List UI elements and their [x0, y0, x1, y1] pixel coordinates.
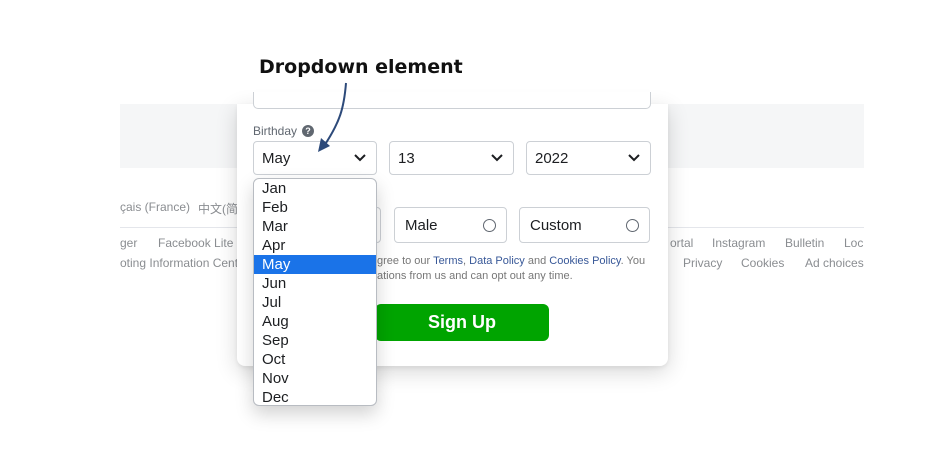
year-select-value: 2022 — [535, 149, 569, 167]
terms-separator: , — [463, 255, 467, 267]
month-option-feb[interactable]: Feb — [254, 198, 376, 217]
terms-text: gree to our Terms, Data Policy and Cooki… — [377, 254, 655, 284]
footer-link-messenger[interactable]: ger — [120, 236, 137, 250]
month-dropdown-list[interactable]: Jan Feb Mar Apr May Jun Jul Aug Sep Oct … — [253, 178, 377, 406]
month-option-dec[interactable]: Dec — [254, 388, 376, 405]
chevron-down-icon — [354, 154, 366, 162]
footer-link-facebook-lite[interactable]: Facebook Lite — [158, 236, 233, 250]
month-option-sep[interactable]: Sep — [254, 331, 376, 350]
month-option-apr[interactable]: Apr — [254, 236, 376, 255]
footer-link-instagram[interactable]: Instagram — [712, 236, 765, 250]
data-policy-link[interactable]: Data Policy — [469, 255, 525, 267]
birthday-label-row: Birthday ? — [253, 124, 315, 138]
footer-link-portal[interactable]: ortal — [670, 236, 693, 250]
gender-option-custom[interactable]: Custom — [519, 207, 650, 243]
language-link-chinese[interactable]: 中文(简 — [198, 200, 238, 217]
birthday-label: Birthday — [253, 124, 298, 138]
month-option-jun[interactable]: Jun — [254, 274, 376, 293]
annotation-title: Dropdown element — [259, 56, 463, 78]
footer-link-privacy[interactable]: Privacy — [683, 256, 722, 270]
gender-option-male[interactable]: Male — [394, 207, 507, 243]
gender-custom-label: Custom — [530, 216, 582, 234]
language-link-french[interactable]: çais (France) — [120, 200, 190, 214]
annotation-arrow-icon — [318, 82, 347, 152]
month-select-value: May — [262, 149, 291, 167]
footer-link-local[interactable]: Loc — [844, 236, 863, 250]
footer-link-bulletin[interactable]: Bulletin — [785, 236, 824, 250]
day-select[interactable]: 13 — [389, 141, 514, 175]
terms-text-start: gree to our — [377, 255, 431, 267]
radio-icon[interactable] — [483, 219, 496, 232]
month-option-aug[interactable]: Aug — [254, 312, 376, 331]
terms-text-line2: ations from us and can opt out any time. — [377, 270, 573, 282]
month-option-nov[interactable]: Nov — [254, 369, 376, 388]
signup-button[interactable]: Sign Up — [375, 304, 549, 341]
footer-link-ad-choices[interactable]: Ad choices — [805, 256, 864, 270]
month-option-jan[interactable]: Jan — [254, 179, 376, 198]
year-select[interactable]: 2022 — [526, 141, 651, 175]
day-select-value: 13 — [398, 149, 415, 167]
month-option-jul[interactable]: Jul — [254, 293, 376, 312]
month-option-mar[interactable]: Mar — [254, 217, 376, 236]
gender-male-label: Male — [405, 216, 438, 234]
cookies-policy-link[interactable]: Cookies Policy — [549, 255, 620, 267]
chevron-down-icon — [491, 154, 503, 162]
terms-link[interactable]: Terms — [433, 255, 463, 267]
chevron-down-icon — [628, 154, 640, 162]
month-option-oct[interactable]: Oct — [254, 350, 376, 369]
footer-link-voting-info[interactable]: oting Information Cent — [120, 256, 238, 270]
radio-icon[interactable] — [626, 219, 639, 232]
terms-text-end: . You — [620, 255, 646, 267]
month-option-may[interactable]: May — [254, 255, 376, 274]
terms-and: and — [527, 255, 547, 267]
footer-link-cookies[interactable]: Cookies — [741, 256, 784, 270]
